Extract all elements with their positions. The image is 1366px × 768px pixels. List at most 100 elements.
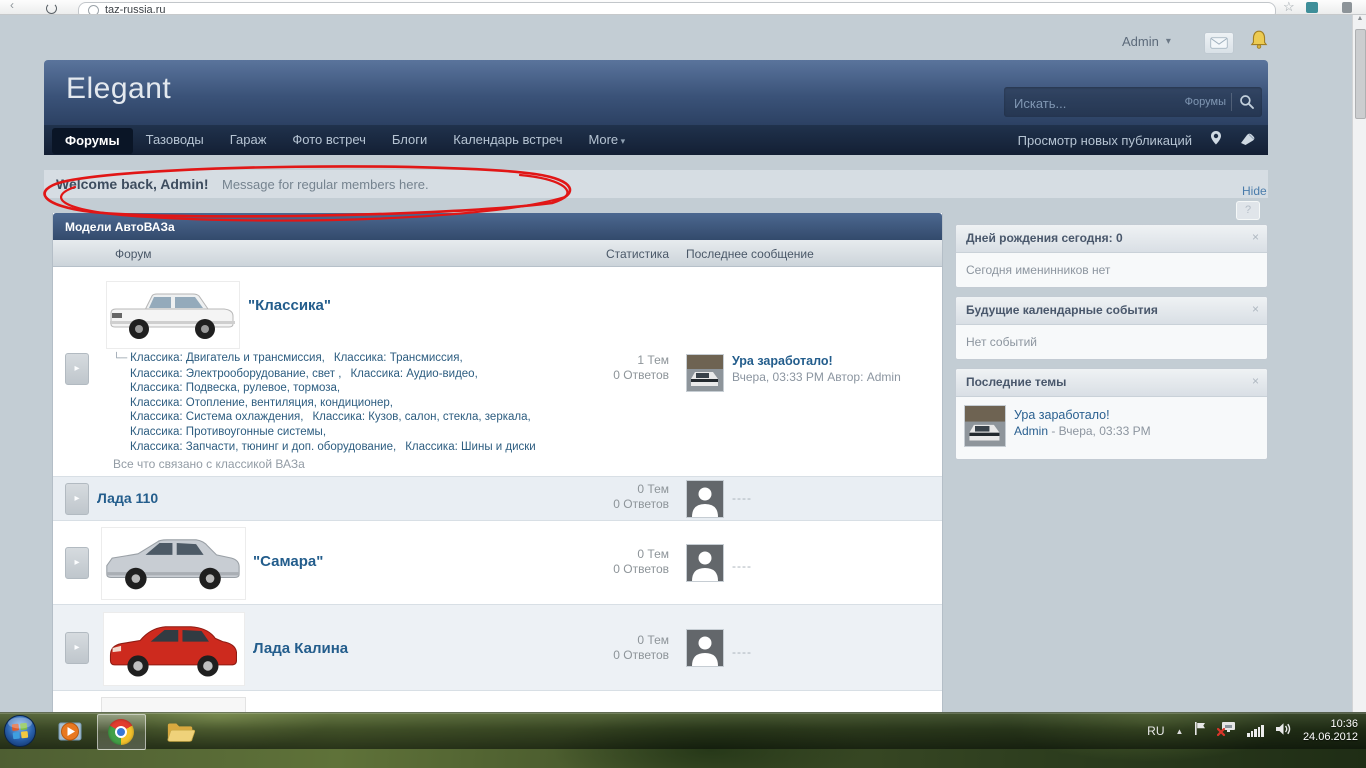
signal-bars-icon[interactable]: [1247, 725, 1264, 737]
row-expand-button[interactable]: ▸: [65, 632, 89, 664]
site-header: Elegant Форумы: [44, 60, 1268, 125]
subforum-link[interactable]: Классика: Противоугонные системы,: [130, 426, 326, 438]
toggle-arrow-icon: ▸: [74, 642, 79, 653]
primary-navigation: ФорумыТазоводыГаражФото встречБлогиКален…: [44, 125, 1268, 155]
subforum-link[interactable]: Классика: Подвеска, рулевое, тормоза,: [130, 382, 340, 394]
close-icon[interactable]: ×: [1252, 374, 1259, 388]
hidden-icons-chevron[interactable]: ▲: [1176, 727, 1184, 736]
row-expand-button[interactable]: ▸: [65, 483, 89, 515]
nav-tab[interactable]: Гараж: [217, 125, 280, 155]
forum-title-link[interactable]: Лада 110: [97, 490, 158, 506]
toggle-arrow-icon: ▸: [74, 557, 79, 568]
topic-time: - Вчера, 03:33 PM: [1048, 424, 1151, 438]
search-submit-button[interactable]: [1239, 94, 1255, 110]
category-header[interactable]: Модели АвтоВАЗа: [53, 213, 942, 240]
forum-title-link[interactable]: "Самара": [253, 553, 323, 570]
subforum-link[interactable]: Классика: Аудио-видео,: [350, 368, 477, 380]
search-scope-label[interactable]: Форумы: [1185, 96, 1226, 108]
network-disconnected-icon[interactable]: [1217, 721, 1236, 741]
search-input[interactable]: [1012, 91, 1166, 115]
box-body: Ура заработало! Admin - Вчера, 03:33 PM: [956, 397, 1267, 459]
forum-category: Модели АвтоВАЗа Форум Статистика Последн…: [52, 213, 943, 712]
user-menu[interactable]: Admin ▾: [1122, 34, 1171, 49]
subforum-link[interactable]: Классика: Система охлаждения,: [130, 411, 303, 423]
nav-tab[interactable]: Блоги: [379, 125, 440, 155]
taskbar-clock[interactable]: 10:36 24.06.2012: [1303, 718, 1358, 744]
address-bar[interactable]: taz-russia.ru: [78, 2, 1276, 15]
username-label: Admin: [1122, 34, 1159, 49]
media-player-icon[interactable]: [57, 718, 83, 744]
classic-car-image[interactable]: [106, 281, 240, 349]
close-icon[interactable]: ×: [1252, 230, 1259, 244]
welcome-message: Message for regular members here.: [222, 177, 429, 192]
recent-topics-box: Последние темы × Ура заработало! Admin -…: [955, 368, 1268, 460]
language-indicator[interactable]: RU: [1147, 724, 1164, 738]
close-icon[interactable]: ×: [1252, 302, 1259, 316]
reload-icon[interactable]: [46, 3, 57, 14]
nav-tab[interactable]: Тазоводы: [133, 125, 217, 155]
clock-date: 24.06.2012: [1303, 731, 1358, 744]
nav-tab[interactable]: Форумы: [52, 128, 133, 154]
toggle-arrow-icon: ▸: [74, 363, 79, 374]
subforum-link[interactable]: Классика: Отопление, вентиляция, кондици…: [130, 397, 393, 409]
volume-icon[interactable]: [1275, 722, 1292, 741]
chrome-taskbar-button[interactable]: [97, 714, 146, 750]
column-stats: Статистика: [573, 247, 669, 261]
forum-row-kalina: ▸ Лада Калина 0 Тем 0 Ответов: [53, 605, 942, 691]
samara-car-image[interactable]: [101, 527, 246, 600]
start-button[interactable]: [3, 714, 37, 748]
action-center-flag-icon[interactable]: [1194, 721, 1206, 741]
notifications-button[interactable]: [1250, 29, 1268, 49]
scroll-up-arrow[interactable]: ▲: [1353, 15, 1366, 22]
replies-count: 0 Ответов: [553, 497, 669, 512]
system-tray: RU ▲ 10:36: [1147, 713, 1358, 749]
search-box: Форумы: [1004, 87, 1262, 117]
sidebar-toggle-button[interactable]: ?: [1236, 201, 1260, 220]
replies-count: 0 Ответов: [553, 368, 669, 383]
row-expand-button[interactable]: ▸: [65, 547, 89, 579]
row-expand-button[interactable]: ▸: [65, 353, 89, 385]
bookmark-star-icon[interactable]: ☆: [1283, 0, 1295, 15]
subforum-link[interactable]: Классика: Запчасти, тюнинг и доп. оборуд…: [130, 441, 396, 453]
back-icon[interactable]: ‹: [10, 0, 14, 12]
topics-count: 0 Тем: [553, 547, 669, 562]
scrollbar[interactable]: ▲: [1352, 14, 1366, 712]
column-header: Форум Статистика Последнее сообщение: [53, 240, 942, 267]
subforum-link[interactable]: Классика: Двигатель и трансмиссия,: [130, 352, 325, 364]
extension-icon[interactable]: [1306, 2, 1318, 13]
subforum-line: Классика: Запчасти, тюнинг и доп. оборуд…: [113, 440, 593, 455]
wrench-icon[interactable]: [1342, 2, 1352, 13]
view-new-content-link[interactable]: Просмотр новых публикаций: [1018, 133, 1192, 148]
tree-branch-icon: └─: [113, 353, 127, 364]
forum-title-link[interactable]: Лада Калина: [253, 640, 348, 657]
scrollbar-thumb[interactable]: [1355, 29, 1366, 119]
messages-button[interactable]: [1204, 32, 1234, 54]
explorer-icon[interactable]: [166, 718, 196, 744]
subforum-line: └─Классика: Двигатель и трансмиссия, Клас…: [113, 351, 593, 367]
last-post-title-link[interactable]: Ура заработало!: [732, 354, 833, 368]
last-post-avatar[interactable]: [686, 354, 724, 392]
theme-brush-icon[interactable]: [1240, 130, 1256, 150]
forum-row-lada110: ▸ Лада 110 0 Тем 0 Ответов ----: [53, 477, 942, 521]
url-text[interactable]: taz-russia.ru: [105, 4, 166, 15]
kalina-car-image[interactable]: [103, 612, 245, 686]
chrome-icon: [108, 719, 134, 745]
subforum-line: Классика: Подвеска, рулевое, тормоза,: [113, 381, 593, 396]
subforum-link[interactable]: Классика: Электрооборудование, свет ,: [130, 368, 341, 380]
nav-tab[interactable]: Календарь встреч: [440, 125, 575, 155]
subforum-link[interactable]: Классика: Трансмиссия,: [334, 352, 463, 364]
hide-message-link[interactable]: Hide: [1242, 184, 1267, 198]
nav-tab[interactable]: More ▾: [576, 125, 639, 155]
subforum-link[interactable]: Классика: Кузов, салон, стекла, зеркала,: [312, 411, 530, 423]
no-posts-placeholder: ----: [732, 491, 752, 505]
nav-tab[interactable]: Фото встреч: [279, 125, 379, 155]
location-pin-icon[interactable]: [1210, 130, 1222, 151]
topic-avatar[interactable]: [964, 405, 1006, 447]
box-title: Будущие календарные события: [966, 303, 1158, 317]
topic-title-link[interactable]: Ура заработало!: [1014, 408, 1110, 422]
site-logo[interactable]: Elegant: [66, 72, 171, 106]
topic-author-link[interactable]: Admin: [1014, 424, 1048, 438]
toggle-arrow-icon: ▸: [74, 493, 79, 504]
subforum-link[interactable]: Классика: Шины и диски: [405, 441, 536, 453]
forum-title-link[interactable]: "Классика": [248, 297, 331, 314]
